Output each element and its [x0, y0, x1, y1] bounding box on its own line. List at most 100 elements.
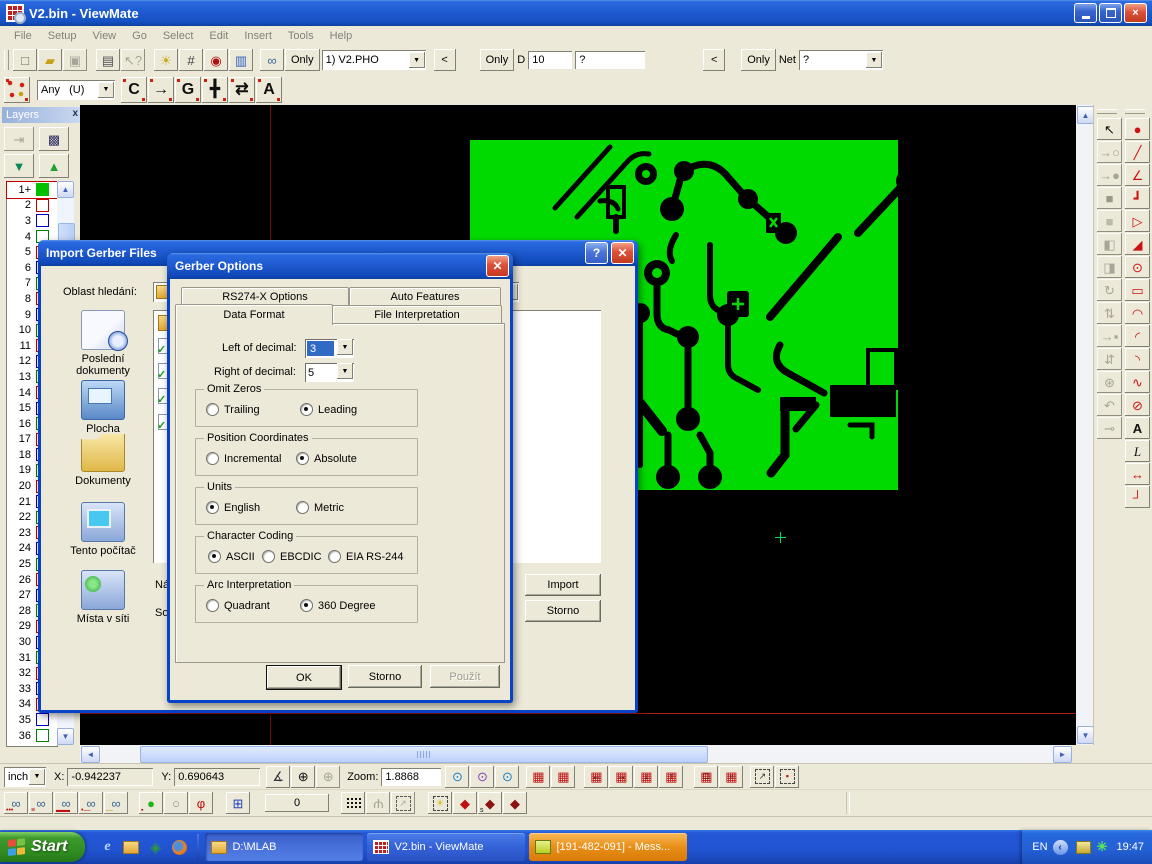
chevron-down-icon[interactable]: ▼ — [409, 52, 425, 68]
radio-english[interactable]: English — [206, 501, 260, 514]
draw-arc-point-button[interactable]: ◝ — [1125, 348, 1150, 370]
pan-up-button[interactable]: ▦↑ — [659, 766, 683, 788]
grid-corner-button[interactable]: ▦ — [526, 766, 550, 788]
only-layer-button[interactable]: Only — [285, 49, 320, 71]
scroll-up-button[interactable]: ▲ — [57, 181, 74, 198]
measure-angle-button[interactable]: ∡ — [266, 766, 290, 788]
place-m-sta-v-s-ti[interactable]: Místa v síti — [55, 570, 151, 625]
menu-tools[interactable]: Tools — [280, 28, 322, 44]
bulb-off-button[interactable]: ○ — [164, 792, 188, 814]
draw-text-button[interactable]: A — [1125, 417, 1150, 439]
dcode-input[interactable]: 10 — [528, 51, 572, 69]
layer-row-35[interactable]: 35 — [7, 712, 57, 728]
pad-info-button[interactable]: ◉ — [204, 49, 228, 71]
grid-count-field[interactable]: 0 — [265, 794, 329, 812]
tab-data-format[interactable]: Data Format — [175, 304, 333, 325]
dots-select-button[interactable]: ▪ — [775, 766, 799, 788]
layer-row-3[interactable]: 3 — [7, 213, 57, 229]
goto-button[interactable]: → — [148, 77, 174, 103]
zoom-window-button[interactable]: ⊙ — [495, 766, 519, 788]
layer-colors-button[interactable]: ▩ — [39, 127, 69, 151]
task-button--191-482-091-mess-[interactable]: [191-482-091] - Mess... — [529, 833, 687, 861]
scroll-up-button[interactable]: ▲ — [1077, 106, 1094, 124]
unit-combo[interactable]: inch ▼ — [4, 767, 46, 787]
tile-window-button[interactable]: ⊞ — [226, 792, 250, 814]
select-diamond-corners-button[interactable]: ◆ — [503, 792, 527, 814]
view-selection-dotline-button[interactable]: ∞•— — [79, 792, 103, 814]
draw-rectangle-button[interactable]: ▭ — [1125, 279, 1150, 301]
select-diamond-button[interactable]: ◆ — [453, 792, 477, 814]
restore-button[interactable] — [1099, 3, 1122, 23]
prev-dcode-button[interactable]: < — [703, 49, 725, 71]
scroll-down-button[interactable]: ▼ — [1077, 726, 1094, 744]
pad-cross-button[interactable]: ╋ — [202, 77, 228, 103]
firefox-icon[interactable] — [170, 838, 188, 856]
grid-full-button[interactable]: ▦ — [551, 766, 575, 788]
draw-dimension-button[interactable]: ↔ — [1125, 463, 1150, 485]
layer-color-swatch[interactable] — [36, 713, 49, 726]
icq-flower-icon[interactable]: ✳ — [1097, 839, 1108, 855]
select-flash-button[interactable]: ☀ — [428, 792, 452, 814]
select-cursor-button[interactable]: ↖ — [1097, 118, 1122, 140]
left-of-decimal-combo[interactable]: 3 ▼ — [305, 339, 354, 358]
radio-incremental[interactable]: Incremental — [206, 452, 281, 465]
draw-rounded-corner-button[interactable]: ┘ — [1125, 486, 1150, 508]
menu-insert[interactable]: Insert — [236, 28, 280, 44]
draw-circle-button[interactable]: ⊙ — [1125, 256, 1150, 278]
chevron-down-icon[interactable]: ▼ — [98, 82, 114, 98]
center-target-button[interactable]: ⊕ — [291, 766, 315, 788]
tray-collapse-icon[interactable]: ‹ — [1053, 840, 1068, 855]
aperture-info-button[interactable]: # — [179, 49, 203, 71]
right-of-decimal-combo[interactable]: 5 ▼ — [305, 363, 354, 382]
clipboard-tray-icon[interactable] — [1076, 841, 1091, 854]
radio-trailing[interactable]: Trailing — [206, 403, 260, 416]
print-button[interactable]: ▤ — [96, 49, 120, 71]
storno-button[interactable]: Storno — [525, 600, 601, 622]
layer-up-button[interactable]: ▲ — [39, 154, 69, 178]
radio-eia-rs-244[interactable]: EIA RS-244 — [328, 550, 403, 563]
stretch-select-button[interactable]: ↗ — [750, 766, 774, 788]
chevron-down-icon[interactable]: ▼ — [337, 363, 353, 379]
menu-select[interactable]: Select — [155, 28, 202, 44]
close-button[interactable]: × — [1124, 3, 1147, 23]
internet-explorer-icon[interactable]: e — [98, 838, 116, 856]
scroll-left-button[interactable]: ◄ — [81, 746, 100, 763]
task-button-v2-bin-viewmate[interactable]: V2.bin - ViewMate — [367, 833, 525, 861]
selection-filter-combo[interactable]: Any (U) ▼ — [37, 80, 115, 100]
draw-triangle-button[interactable]: ◢ — [1125, 233, 1150, 255]
canvas-vertical-scrollbar[interactable]: ▲ ▼ — [1076, 105, 1093, 745]
draw-ellipse-arc-button[interactable]: ⊘ — [1125, 394, 1150, 416]
zoom-in-button[interactable]: ⊙ — [445, 766, 469, 788]
import-button[interactable]: Import — [525, 574, 601, 596]
draw-polyline-button[interactable]: ∠ — [1125, 164, 1150, 186]
layer-row-1plus[interactable]: 1+ — [7, 182, 57, 198]
layer-color-swatch[interactable] — [36, 183, 49, 196]
menu-go[interactable]: Go — [124, 28, 155, 44]
pan-down-button[interactable]: ▦↓ — [634, 766, 658, 788]
highlight-flash-button[interactable]: ☀ — [154, 49, 178, 71]
text-select-button[interactable]: A — [256, 77, 282, 103]
layer-combo[interactable]: 1) V2.PHO ▼ — [322, 50, 426, 70]
only-net-button[interactable]: Only — [741, 49, 776, 71]
chevron-down-icon[interactable]: ▼ — [866, 52, 882, 68]
close-button[interactable]: ✕ — [486, 255, 509, 277]
grid-page-right-button[interactable]: ▦▫ — [719, 766, 743, 788]
gerber-select-button[interactable]: G — [175, 77, 201, 103]
tab-auto-features[interactable]: Auto Features — [349, 287, 501, 306]
zoom-grid-button[interactable]: ⊙ — [470, 766, 494, 788]
scroll-thumb[interactable] — [140, 746, 708, 763]
layer-down-button[interactable]: ▼ — [4, 154, 34, 178]
language-indicator[interactable]: EN — [1032, 841, 1047, 853]
menu-setup[interactable]: Setup — [40, 28, 85, 44]
snap-grid-button[interactable] — [341, 792, 365, 814]
gerber-options-titlebar[interactable]: Gerber Options ✕ — [167, 253, 513, 279]
chevron-down-icon[interactable]: ▼ — [337, 339, 353, 355]
select-diamond-sides-button[interactable]: ◆s — [478, 792, 502, 814]
draw-line-button[interactable]: ╱ — [1125, 141, 1150, 163]
green-book-icon[interactable]: ◈ — [146, 838, 164, 856]
component-select-button[interactable]: C — [121, 77, 147, 103]
layers-panel-titlebar[interactable]: Layers x — [2, 107, 80, 123]
menu-edit[interactable]: Edit — [201, 28, 236, 44]
storno-button[interactable]: Storno — [348, 665, 422, 688]
pan-left-button[interactable]: ▦← — [584, 766, 608, 788]
